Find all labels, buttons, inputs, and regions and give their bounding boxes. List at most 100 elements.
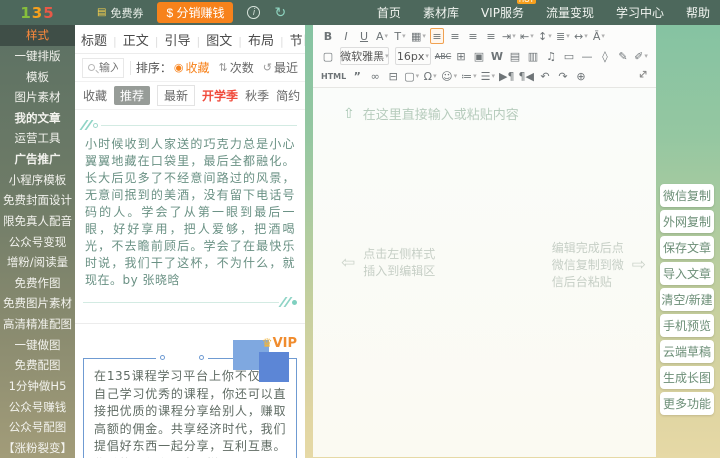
nav-item[interactable]: VIP服务 HOT bbox=[481, 0, 536, 21]
align-center-icon[interactable]: ≡ bbox=[448, 28, 462, 44]
nav-item[interactable]: 首页 bbox=[377, 4, 401, 21]
sidebar-item[interactable]: 一键做图 bbox=[0, 334, 75, 355]
nav-item[interactable]: 流量变现 bbox=[546, 4, 594, 21]
section-icon[interactable]: ⊟ bbox=[386, 68, 400, 84]
quote-icon[interactable]: ” bbox=[350, 68, 364, 84]
letter-spacing-icon[interactable]: ↔ bbox=[574, 28, 588, 44]
photo-icon[interactable]: ▥ bbox=[526, 48, 540, 64]
sidebar-item[interactable]: 高清精准配图 bbox=[0, 314, 75, 335]
sort-count[interactable]: ⇅ 次数 bbox=[219, 59, 254, 76]
sidebar-item[interactable]: 免费图片素材 bbox=[0, 293, 75, 314]
sidebar-item[interactable]: 增粉/阅读量 bbox=[0, 252, 75, 273]
filter-item[interactable]: 收藏 bbox=[83, 87, 107, 104]
action-button[interactable]: 微信复制 bbox=[660, 184, 714, 207]
bold-icon[interactable]: B bbox=[321, 28, 335, 44]
indent-icon[interactable]: ⇥ bbox=[502, 28, 516, 44]
clear-format-icon[interactable]: ABC bbox=[435, 48, 451, 64]
logo-135[interactable]: 135 bbox=[0, 4, 75, 22]
action-button[interactable]: 云端草稿 bbox=[660, 340, 714, 363]
redo-icon[interactable]: ↷ bbox=[556, 68, 570, 84]
nav-item[interactable]: 学习中心 bbox=[616, 4, 664, 21]
text-case-icon[interactable]: Ā bbox=[592, 28, 606, 44]
action-button[interactable]: 更多功能 bbox=[660, 392, 714, 415]
style-tab[interactable]: 引导 bbox=[149, 30, 190, 49]
sidebar-item[interactable]: 模板 bbox=[0, 66, 75, 87]
word-import-icon[interactable]: W bbox=[490, 48, 504, 64]
editor-canvas[interactable]: ⇧ 在这里直接输入或粘贴内容 ⇦ 点击左侧样式 插入到编辑区 编辑完成后点 微信复制… bbox=[313, 88, 656, 457]
filter-item[interactable]: 秋季 bbox=[245, 87, 269, 104]
link-icon[interactable]: ∞ bbox=[368, 68, 382, 84]
font-color-icon[interactable]: A bbox=[375, 28, 389, 44]
filter-item[interactable]: 简约 bbox=[276, 87, 300, 104]
style-tab[interactable]: 正文 bbox=[107, 30, 149, 49]
sidebar-item[interactable]: 公众号赚钱 bbox=[0, 396, 75, 417]
sidebar-item[interactable]: 一键排版 bbox=[0, 46, 75, 67]
new-doc-icon[interactable]: ▢ bbox=[321, 48, 335, 64]
ordered-list-icon[interactable]: ≔ bbox=[461, 68, 477, 84]
sidebar-item[interactable]: 公众号配图 bbox=[0, 417, 75, 438]
format-painter-icon[interactable]: ✐ bbox=[634, 48, 648, 64]
special-char-icon[interactable]: Ω bbox=[423, 68, 437, 84]
sidebar-item[interactable]: 广告推广 bbox=[0, 149, 75, 170]
paragraph-spacing-icon[interactable]: ≣ bbox=[556, 28, 570, 44]
sidebar-item[interactable]: 免费配图 bbox=[0, 355, 75, 376]
action-button[interactable]: 清空/新建 bbox=[660, 288, 714, 311]
style-item-vip-box[interactable]: ♛VIP 在135课程学习平台上你不仅可以自己学习优秀的课程，你还可以直接把优质… bbox=[75, 336, 305, 458]
line-height-icon[interactable]: ↕ bbox=[538, 28, 552, 44]
video-icon[interactable]: ▭ bbox=[562, 48, 576, 64]
action-button[interactable]: 导入文章 bbox=[660, 262, 714, 285]
align-right-icon[interactable]: ≡ bbox=[466, 28, 480, 44]
font-size-select[interactable]: 16px bbox=[394, 47, 431, 65]
search-input[interactable] bbox=[99, 61, 118, 74]
highlight-color-icon[interactable]: ▦ bbox=[411, 28, 426, 44]
music-icon[interactable]: ♫ bbox=[544, 48, 558, 64]
font-family-select[interactable]: 微软雅黑 bbox=[340, 47, 389, 65]
search-box[interactable] bbox=[82, 57, 124, 78]
style-tab[interactable]: 标题 bbox=[81, 30, 107, 49]
html-icon[interactable]: HTML bbox=[321, 68, 346, 84]
nav-item[interactable]: 帮助 bbox=[686, 4, 710, 21]
free-coupon-link[interactable]: ▤ 免费券 bbox=[97, 5, 143, 21]
sidebar-item[interactable]: 运营工具 bbox=[0, 128, 75, 149]
template-icon[interactable]: ▢ bbox=[404, 68, 419, 84]
text-style-icon[interactable]: T bbox=[393, 28, 407, 44]
rtl-icon[interactable]: ¶◀ bbox=[519, 68, 534, 84]
sidebar-item[interactable]: 免费作图 bbox=[0, 273, 75, 294]
sidebar-item[interactable]: 1分钟做H5 bbox=[0, 376, 75, 397]
sidebar-item[interactable]: 免费封面设计 bbox=[0, 190, 75, 211]
find-icon[interactable]: ⊕ bbox=[574, 68, 588, 84]
ltr-icon[interactable]: ▶¶ bbox=[499, 68, 514, 84]
brush-icon[interactable]: ✎ bbox=[616, 48, 630, 64]
style-tab[interactable]: 布局 bbox=[232, 30, 274, 49]
info-icon[interactable]: i bbox=[247, 6, 261, 19]
emoji-icon[interactable]: ☺ bbox=[441, 68, 457, 84]
sidebar-item[interactable]: 限免真人配音 bbox=[0, 211, 75, 232]
table-icon[interactable]: ⊞ bbox=[454, 48, 468, 64]
action-button[interactable]: 保存文章 bbox=[660, 236, 714, 259]
gallery-icon[interactable]: ▤ bbox=[508, 48, 522, 64]
underline-icon[interactable]: U bbox=[357, 28, 371, 44]
sidebar-item[interactable]: 公众号变现 bbox=[0, 231, 75, 252]
style-item-quote[interactable]: 小时候收到人家送的巧克力总是小心翼翼地藏在口袋里，最后全都融化。长大后见多了不经… bbox=[75, 110, 305, 315]
image-icon[interactable]: ▣ bbox=[472, 48, 486, 64]
align-justify-icon[interactable]: ≡ bbox=[484, 28, 498, 44]
sort-recent[interactable]: ↺ 最近 bbox=[263, 59, 298, 76]
style-tab[interactable]: 图文 bbox=[190, 30, 232, 49]
undo-icon[interactable]: ↶ bbox=[538, 68, 552, 84]
distribution-earn-button[interactable]: $ 分销赚钱 bbox=[157, 2, 234, 23]
italic-icon[interactable]: I bbox=[339, 28, 353, 44]
refresh-icon[interactable]: ↻ bbox=[274, 5, 286, 21]
sidebar-item[interactable]: 小程序模板 bbox=[0, 169, 75, 190]
action-button[interactable]: 生成长图 bbox=[660, 366, 714, 389]
action-button[interactable]: 手机预览 bbox=[660, 314, 714, 337]
nav-item[interactable]: 素材库 bbox=[423, 4, 459, 21]
sidebar-item[interactable]: 图片素材 bbox=[0, 87, 75, 108]
unordered-list-icon[interactable]: ☰ bbox=[481, 68, 495, 84]
align-left-icon[interactable]: ≡ bbox=[429, 28, 444, 44]
filter-item[interactable]: 开学季 bbox=[202, 87, 238, 104]
sidebar-item[interactable]: 【涨粉裂变】 bbox=[0, 438, 75, 458]
filter-item[interactable]: 推荐 bbox=[114, 86, 151, 105]
sidebar-item[interactable]: 我的文章 bbox=[0, 108, 75, 129]
action-button[interactable]: 外网复制 bbox=[660, 210, 714, 233]
filter-item[interactable]: 最新 bbox=[157, 85, 196, 106]
